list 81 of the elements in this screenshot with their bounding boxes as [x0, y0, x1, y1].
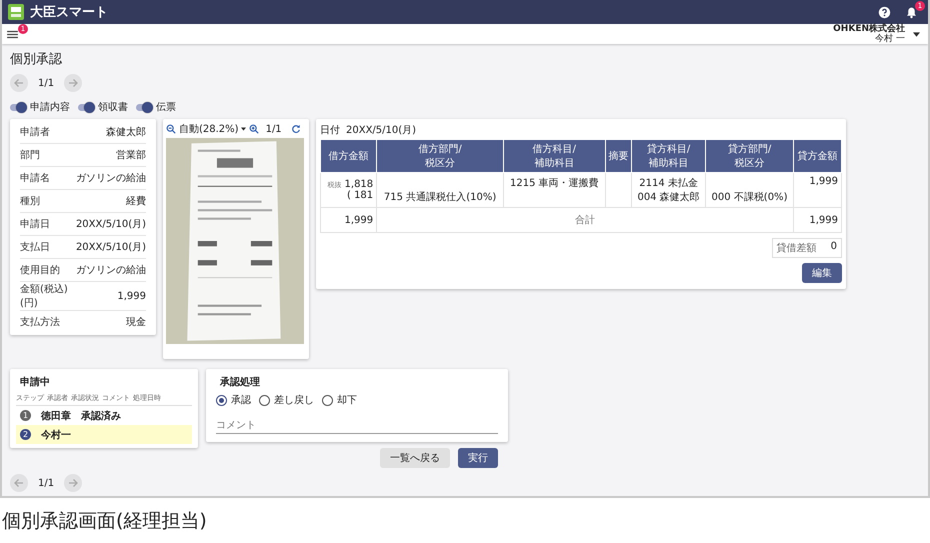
field-value: 森健太郎 — [106, 126, 146, 139]
radio-button[interactable] — [216, 394, 227, 406]
column-header: 借方部門/ 税区分 — [376, 140, 504, 172]
back-button[interactable]: 一覧へ戻る — [380, 448, 450, 468]
approval-title: 承認処理 — [220, 376, 261, 389]
caption: 個別承認画面(経理担当) — [1, 509, 208, 534]
field-value: 経費 — [126, 194, 146, 208]
radio-button[interactable] — [322, 394, 333, 406]
field-label: 支払日 — [20, 240, 51, 254]
field-label: 使用目的 — [20, 264, 61, 277]
field-label: 支払方法 — [20, 316, 61, 329]
column-header: 貸方科目/ 補助科目 — [632, 140, 706, 172]
table-cell: 1,999 — [320, 208, 377, 232]
caret-icon — [240, 127, 246, 131]
field-label: 申請日 — [20, 218, 51, 231]
table-cell: 1215 車両・運搬費 — [504, 172, 606, 208]
execute-button[interactable]: 実行 — [458, 448, 498, 468]
app-title: 大臣スマート — [30, 4, 108, 21]
column-header: 貸方部門/ 税区分 — [705, 140, 794, 172]
toggle-switch[interactable] — [136, 104, 152, 110]
approver-name: 今村一 — [41, 428, 71, 442]
help-icon[interactable] — [878, 6, 891, 18]
field-label: 部門 — [20, 148, 41, 162]
approver-name: 徳田章 — [41, 409, 71, 422]
zoom-out-icon[interactable] — [166, 124, 176, 134]
table-cell: 000 不課税(0%) — [705, 172, 794, 208]
menu-icon[interactable] — [7, 30, 18, 38]
zoom-select[interactable]: 自動(28.2%) — [179, 122, 246, 136]
field-label: 申請名 — [20, 172, 51, 185]
rotate-icon[interactable] — [290, 124, 301, 134]
toggle-switch[interactable] — [78, 104, 94, 110]
step-number: 2 — [20, 429, 31, 440]
logo-icon — [8, 4, 24, 20]
toggle-switch[interactable] — [10, 104, 26, 110]
table-cell: 2114 未払金 004 森健太郎 — [632, 172, 706, 208]
page-counter: 1/1 — [266, 124, 282, 134]
arrow-right-icon — [67, 77, 80, 89]
radio-label: 却下 — [337, 394, 357, 407]
date-value: 20XX/5/10(月) — [346, 124, 416, 137]
radio-label: 承認 — [231, 394, 251, 407]
flow-title: 申請中 — [20, 376, 51, 389]
column-header: 借方科目/ 補助科目 — [504, 140, 606, 172]
column-header: 借方金額 — [320, 140, 377, 172]
field-label: 申請者 — [20, 126, 51, 139]
field-value: ガソリンの給油 — [76, 172, 146, 185]
field-value: 20XX/5/10(月) — [76, 218, 146, 231]
arrow-right-icon — [67, 477, 80, 489]
field-value: ガソリンの給油 — [76, 264, 146, 277]
radio-button[interactable] — [259, 394, 270, 406]
step-number: 1 — [20, 410, 31, 421]
table-cell: 1,999 — [794, 208, 842, 232]
toggle-label: 領収書 — [98, 100, 128, 114]
edit-button[interactable]: 編集 — [802, 263, 842, 283]
page-title: 個別承認 — [10, 51, 63, 68]
date-label: 日付 — [320, 124, 340, 137]
approval-status: 承認済み — [81, 409, 121, 422]
column-header: 摘要 — [605, 140, 632, 172]
toggle-label: 伝票 — [156, 101, 176, 114]
table-cell: 1,999 — [794, 172, 842, 208]
page-counter: 1/1 — [38, 478, 54, 488]
bell-icon[interactable] — [905, 6, 918, 18]
field-label: 種別 — [20, 195, 41, 208]
column-header: 貸方金額 — [794, 140, 842, 172]
field-value: 営業部 — [116, 148, 146, 162]
arrow-left-icon — [13, 77, 25, 89]
field-label: 金額(税込)(円) — [20, 282, 68, 310]
comment-field[interactable]: コメント — [216, 418, 498, 434]
difference-field: 貸借差額 0 — [772, 238, 842, 258]
table-cell: 715 共通課税仕入(10%) — [376, 172, 504, 208]
arrow-left-icon — [13, 477, 25, 489]
page-counter: 1/1 — [38, 78, 54, 88]
toggle-label: 申請内容 — [30, 100, 70, 114]
user-name: 今村 一 — [875, 34, 905, 44]
zoom-in-icon[interactable] — [248, 124, 259, 134]
field-value: 現金 — [126, 316, 146, 329]
radio-label: 差し戻し — [274, 394, 314, 407]
field-value: 20XX/5/10(月) — [76, 241, 146, 254]
table-cell: 合計 — [376, 208, 794, 232]
field-value: 1,999 — [117, 290, 146, 302]
caret-icon[interactable] — [913, 32, 920, 36]
company-name: OHKEN株式会社 — [833, 24, 905, 34]
